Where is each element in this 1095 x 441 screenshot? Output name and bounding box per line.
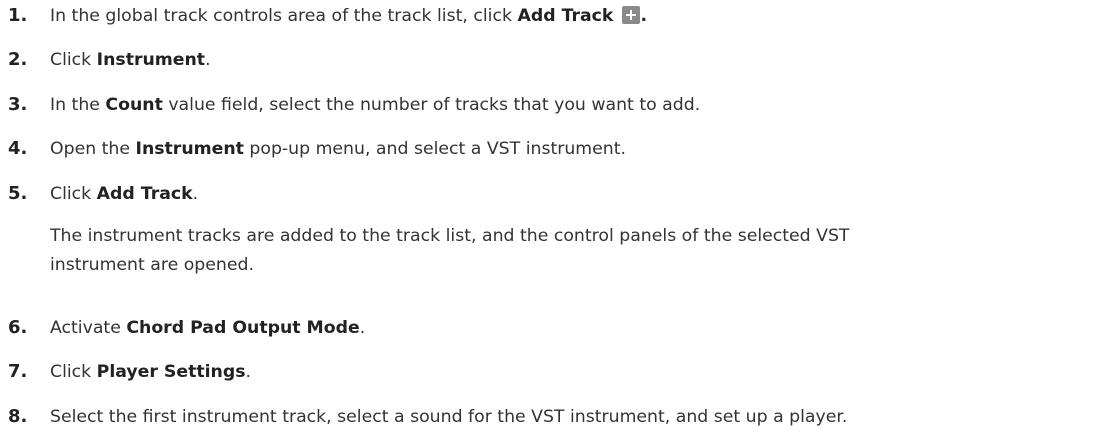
step-number: 8. [8,406,28,427]
step-text: Click Player Settings. [50,362,251,382]
step-text: Select the first instrument track, selec… [50,407,848,427]
step-result: The instrument tracks are added to the t… [50,226,850,275]
step-number: 1. [8,5,28,26]
ui-term: Add Track [96,184,193,204]
ui-term: Player Settings [96,362,246,382]
step-text: Open the Instrument pop-up menu, and sel… [50,139,626,159]
procedure-steps: 1. In the global track controls area of … [0,0,1095,441]
plus-icon [622,6,641,24]
ui-term: Instrument [96,50,206,70]
step-text: Click Add Track. [50,184,199,204]
step-text: In the Count value field, select the num… [50,95,701,115]
step-text: Click Instrument. [50,50,211,70]
step-number: 6. [8,317,28,338]
step-number: 4. [8,138,28,159]
ui-term: Instrument [135,139,244,159]
step-text: In the global track controls area of the… [50,6,648,26]
step-text: Activate Chord Pad Output Mode. [50,318,366,338]
step-number: 2. [8,49,28,70]
ui-term: Chord Pad Output Mode [126,318,360,338]
step-number: 7. [8,361,28,382]
step-number: 3. [8,94,28,115]
step-number: 5. [8,183,28,204]
ui-term: Add Track [517,6,614,26]
ui-term: Count [105,95,163,115]
